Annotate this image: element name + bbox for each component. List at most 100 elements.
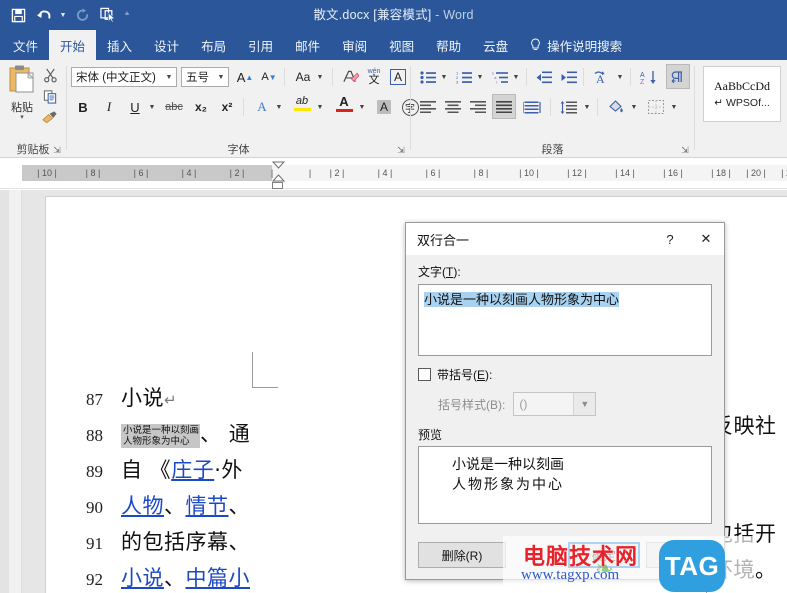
numbering-dropdown-icon[interactable]: ▼ bbox=[475, 66, 485, 88]
decrease-indent-icon[interactable] bbox=[533, 66, 555, 88]
align-center-icon[interactable] bbox=[442, 96, 464, 118]
shading-icon[interactable] bbox=[604, 96, 628, 118]
chevron-down-icon[interactable]: ▼ bbox=[573, 393, 596, 415]
text-effects-dropdown-icon[interactable]: ▼ bbox=[274, 96, 284, 118]
help-icon[interactable]: ? bbox=[652, 224, 688, 255]
subscript-icon[interactable]: x₂ bbox=[189, 96, 213, 118]
underline-dropdown-icon[interactable]: ▼ bbox=[147, 96, 157, 118]
tab-help[interactable]: 帮助 bbox=[425, 30, 472, 60]
distributed-align-icon[interactable] bbox=[520, 96, 544, 118]
character-shading-icon[interactable]: A bbox=[372, 96, 396, 118]
font-name-dropdown-icon[interactable]: ▼ bbox=[162, 74, 176, 81]
font-color-icon[interactable]: A bbox=[331, 92, 357, 114]
tab-view[interactable]: 视图 bbox=[378, 30, 425, 60]
tab-review[interactable]: 审阅 bbox=[331, 30, 378, 60]
cut-icon[interactable] bbox=[40, 66, 60, 85]
numbering-icon[interactable]: 1 2 3 bbox=[453, 66, 475, 88]
change-case-dropdown-icon[interactable]: ▼ bbox=[315, 66, 325, 88]
italic-icon[interactable]: I bbox=[97, 96, 121, 118]
paste-dropdown-icon[interactable]: ▾ bbox=[20, 114, 24, 121]
tab-file[interactable]: 文件 bbox=[2, 30, 49, 60]
highlight-icon[interactable]: ab bbox=[289, 92, 315, 114]
line-spacing-icon[interactable] bbox=[557, 96, 581, 118]
borders-icon[interactable] bbox=[644, 96, 668, 118]
align-right-icon[interactable] bbox=[467, 96, 489, 118]
change-case-icon[interactable]: Aa bbox=[291, 66, 315, 88]
show-formatting-marks-icon[interactable] bbox=[666, 64, 690, 89]
phonetic-guide-icon[interactable]: wén 文 bbox=[363, 66, 385, 88]
strikethrough-icon[interactable]: abc bbox=[161, 96, 187, 118]
tab-mailings[interactable]: 邮件 bbox=[284, 30, 331, 60]
justify-icon[interactable] bbox=[492, 94, 516, 119]
hyperlink-renwu[interactable]: 人物 bbox=[121, 494, 164, 518]
borders-dropdown-icon[interactable]: ▼ bbox=[669, 96, 679, 118]
font-color-dropdown-icon[interactable]: ▼ bbox=[357, 96, 367, 118]
character-shading-label: A bbox=[376, 100, 391, 114]
hyperlink-zhongpianxiaoshuo[interactable]: 中篇小 bbox=[186, 566, 251, 590]
undo-icon[interactable] bbox=[32, 3, 56, 27]
tab-design[interactable]: 设计 bbox=[143, 30, 190, 60]
multilevel-dropdown-icon[interactable]: ▼ bbox=[511, 66, 521, 88]
hyperlink-xiaoshuo[interactable]: 小说 bbox=[121, 566, 164, 590]
font-size-dropdown-icon[interactable]: ▼ bbox=[214, 74, 228, 81]
align-left-icon[interactable] bbox=[417, 96, 439, 118]
font-name-combo[interactable]: 宋体 (中文正文) ▼ bbox=[71, 67, 177, 87]
customize-qat-icon[interactable]: ⩮ bbox=[122, 11, 132, 19]
merged-two-lines-selection[interactable]: 小说是一种以刻画 人物形象为中心 bbox=[121, 424, 201, 448]
paragraph-dialog-launcher[interactable]: ⇲ bbox=[680, 145, 690, 155]
bold-icon[interactable]: B bbox=[71, 96, 95, 118]
tell-me-search[interactable]: 操作说明搜索 bbox=[519, 30, 622, 60]
paste-button[interactable]: 粘贴 ▾ bbox=[4, 64, 40, 128]
clipboard-dialog-launcher[interactable]: ⇲ bbox=[52, 145, 62, 155]
highlight-dropdown-icon[interactable]: ▼ bbox=[315, 96, 325, 118]
character-border-icon[interactable]: A bbox=[387, 66, 409, 88]
close-icon[interactable]: ✕ bbox=[688, 224, 724, 255]
bracket-checkbox-label: 带括号(E): bbox=[437, 366, 492, 383]
remove-button[interactable]: 删除(R) bbox=[418, 542, 506, 568]
text-effects-icon[interactable]: A bbox=[250, 96, 274, 118]
hyperlink-qingjie[interactable]: 情节 bbox=[186, 494, 229, 518]
underline-icon[interactable]: U bbox=[123, 96, 147, 118]
align-center-icon-svg bbox=[444, 101, 461, 113]
tab-references[interactable]: 引用 bbox=[237, 30, 284, 60]
shrink-font-icon[interactable]: A ▼ bbox=[258, 66, 280, 88]
text-input[interactable]: 小说是一种以刻画人物形象为中心 bbox=[418, 284, 712, 356]
increase-indent-icon[interactable] bbox=[558, 66, 580, 88]
grow-font-icon[interactable]: A ▲ bbox=[234, 66, 256, 88]
multilevel-list-icon[interactable]: 1 a i bbox=[489, 66, 511, 88]
line-spacing-dropdown-icon[interactable]: ▼ bbox=[582, 96, 592, 118]
tab-home[interactable]: 开始 bbox=[49, 30, 97, 60]
undo-dropdown-icon[interactable]: ▼ bbox=[58, 12, 68, 19]
shading-dropdown-icon[interactable]: ▼ bbox=[629, 96, 639, 118]
tab-cloud[interactable]: 云盘 bbox=[472, 30, 519, 60]
horizontal-ruler[interactable]: | 10 | | 8 | | 6 | | 4 | | 2 | | | | 2 |… bbox=[22, 165, 787, 181]
superscript-icon[interactable]: x² bbox=[215, 96, 239, 118]
hyperlink-zhuangzi[interactable]: 庄子 bbox=[171, 458, 214, 482]
paste-cursor-icon[interactable] bbox=[96, 3, 120, 27]
tab-insert[interactable]: 插入 bbox=[96, 30, 143, 60]
copy-icon[interactable] bbox=[40, 87, 60, 106]
left-indent-marker[interactable] bbox=[272, 182, 283, 189]
font-size-combo[interactable]: 五号 ▼ bbox=[181, 67, 229, 87]
merge-two-lines-dialog[interactable]: 双行合一 ? ✕ 文字(T): 小说是一种以刻画人物形象为中心 带括号(E): … bbox=[405, 222, 725, 580]
style-item-wpsoffice[interactable]: AaBbCcDd ↵ WPSOf... bbox=[703, 66, 781, 122]
ruler-tick-right-20: | 20 | bbox=[746, 168, 766, 178]
decrease-indent-icon-svg bbox=[536, 71, 552, 83]
font-dialog-launcher[interactable]: ⇲ bbox=[396, 145, 406, 155]
sort-icon[interactable]: A Z bbox=[637, 66, 661, 88]
tab-layout[interactable]: 布局 bbox=[190, 30, 237, 60]
svg-text:3: 3 bbox=[456, 79, 459, 84]
bullets-dropdown-icon[interactable]: ▼ bbox=[439, 66, 449, 88]
asian-layout-icon[interactable]: A bbox=[590, 66, 614, 88]
bracket-style-combo[interactable]: () ▼ bbox=[513, 392, 597, 416]
bullets-icon[interactable] bbox=[417, 66, 439, 88]
bracket-checkbox-row[interactable]: 带括号(E): bbox=[418, 366, 712, 383]
paste-icon bbox=[9, 65, 34, 93]
format-painter-icon[interactable] bbox=[40, 108, 60, 127]
clear-formatting-icon[interactable] bbox=[339, 66, 361, 88]
asian-layout-dropdown-icon[interactable]: ▼ bbox=[615, 66, 625, 88]
save-icon[interactable] bbox=[6, 3, 30, 27]
bracket-checkbox[interactable] bbox=[418, 368, 431, 381]
numbered-list-icon: 1 2 3 bbox=[456, 71, 472, 84]
redo-icon-svg bbox=[76, 8, 88, 21]
